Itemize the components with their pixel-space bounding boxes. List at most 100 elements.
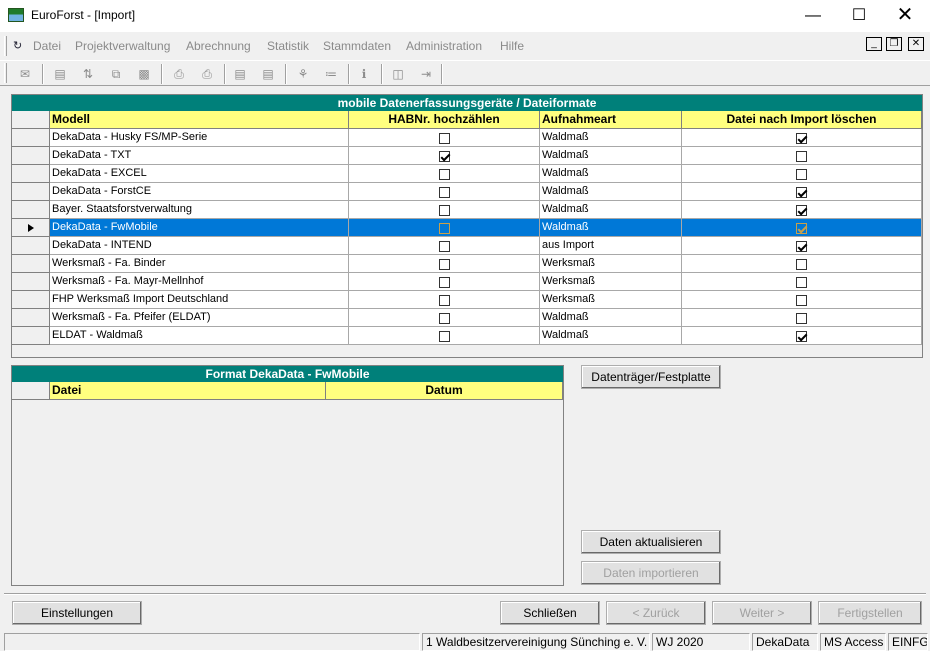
cell-modell[interactable]: DekaData - ForstCE [50,183,349,201]
habnr-checkbox[interactable] [438,259,450,270]
datei-loeschen-checkbox[interactable] [796,187,807,198]
cell-modell[interactable]: DekaData - INTEND [50,237,349,255]
cell-modell[interactable]: Werksmaß - Fa. Binder [50,255,349,273]
report-list-icon[interactable]: ▤ [260,66,276,82]
cell-habnr[interactable] [349,309,540,327]
cell-habnr[interactable] [349,219,540,237]
cell-aufnahmeart[interactable]: Waldmaß [540,183,682,201]
cell-habnr[interactable] [349,273,540,291]
column-header-datei[interactable]: Datei [50,382,326,400]
column-header-modell[interactable]: Modell [50,111,349,129]
datei-loeschen-checkbox[interactable] [796,331,807,342]
datei-loeschen-checkbox[interactable] [796,223,807,234]
map-icon[interactable]: ⚘ [295,66,311,82]
row-selector[interactable] [12,147,50,165]
cell-datei-loeschen[interactable] [682,201,922,219]
weiter-button[interactable]: Weiter > [712,601,812,625]
menu-administration[interactable]: Administration [406,39,482,53]
cell-datei-loeschen[interactable] [682,183,922,201]
menu-abrechnung[interactable]: Abrechnung [186,39,251,53]
copy-icon[interactable]: ⧉ [108,66,124,82]
cell-aufnahmeart[interactable]: Waldmaß [540,129,682,147]
habnr-checkbox[interactable] [438,223,450,234]
cell-datei-loeschen[interactable] [682,165,922,183]
cell-modell[interactable]: FHP Werksmaß Import Deutschland [50,291,349,309]
menu-hilfe[interactable]: Hilfe [500,39,524,53]
cell-datei-loeschen[interactable] [682,291,922,309]
mdi-restore-button[interactable]: ❐ [886,37,902,51]
habnr-checkbox[interactable] [438,151,450,162]
habnr-checkbox[interactable] [438,241,450,252]
cell-aufnahmeart[interactable]: Werksmaß [540,255,682,273]
mail-icon[interactable]: ✉ [17,66,33,82]
cell-habnr[interactable] [349,255,540,273]
row-selector[interactable] [12,129,50,147]
cell-aufnahmeart[interactable]: Waldmaß [540,309,682,327]
row-selector[interactable] [12,291,50,309]
datei-loeschen-checkbox[interactable] [796,259,807,270]
cell-aufnahmeart[interactable]: Waldmaß [540,327,682,345]
cell-modell[interactable]: DekaData - FwMobile [50,219,349,237]
report-icon[interactable]: ▤ [232,66,248,82]
habnr-checkbox[interactable] [438,133,450,144]
close-button[interactable]: ✕ [882,0,928,31]
datei-loeschen-checkbox[interactable] [796,241,807,252]
einstellungen-button[interactable]: Einstellungen [12,601,142,625]
cell-aufnahmeart[interactable]: Werksmaß [540,273,682,291]
row-selector[interactable] [12,273,50,291]
info-icon[interactable]: ℹ [356,66,372,82]
cell-aufnahmeart[interactable]: Waldmaß [540,165,682,183]
print-preview-icon[interactable]: ⎙ [199,66,215,82]
menu-statistik[interactable]: Statistik [267,39,309,53]
row-selector[interactable] [12,255,50,273]
cell-datei-loeschen[interactable] [682,129,922,147]
column-header-datum[interactable]: Datum [326,382,563,400]
sort-icon[interactable]: ⇅ [80,66,96,82]
datei-loeschen-checkbox[interactable] [796,295,807,306]
cell-datei-loeschen[interactable] [682,237,922,255]
cell-habnr[interactable] [349,327,540,345]
chart-icon[interactable]: ≔ [323,66,339,82]
cell-modell[interactable]: DekaData - EXCEL [50,165,349,183]
cell-habnr[interactable] [349,201,540,219]
datei-loeschen-checkbox[interactable] [796,277,807,288]
cell-datei-loeschen[interactable] [682,147,922,165]
cell-aufnahmeart[interactable]: Waldmaß [540,219,682,237]
maximize-button[interactable]: ☐ [836,0,882,31]
row-selector[interactable] [12,309,50,327]
cell-aufnahmeart[interactable]: aus Import [540,237,682,255]
datei-loeschen-checkbox[interactable] [796,133,807,144]
habnr-checkbox[interactable] [438,277,450,288]
cell-aufnahmeart[interactable]: Werksmaß [540,291,682,309]
habnr-checkbox[interactable] [438,205,450,216]
cell-modell[interactable]: DekaData - Husky FS/MP-Serie [50,129,349,147]
cell-habnr[interactable] [349,165,540,183]
row-selector[interactable] [12,327,50,345]
cell-habnr[interactable] [349,147,540,165]
datei-loeschen-checkbox[interactable] [796,151,807,162]
row-selector[interactable] [12,165,50,183]
menu-datei[interactable]: Datei [33,39,61,53]
cell-habnr[interactable] [349,129,540,147]
file-list-grid[interactable]: Format DekaData - FwMobile Datei Datum [11,365,564,586]
column-header-habnr[interactable]: HABNr. hochzählen [349,111,540,129]
fertigstellen-button[interactable]: Fertigstellen [818,601,922,625]
mdi-minimize-button[interactable]: _ [866,37,882,51]
cell-modell[interactable]: Werksmaß - Fa. Mayr-Mellnhof [50,273,349,291]
cell-datei-loeschen[interactable] [682,309,922,327]
cell-habnr[interactable] [349,291,540,309]
cell-datei-loeschen[interactable] [682,273,922,291]
print-icon[interactable]: ⎙ [171,66,187,82]
habnr-checkbox[interactable] [438,169,450,180]
cell-habnr[interactable] [349,183,540,201]
cell-modell[interactable]: DekaData - TXT [50,147,349,165]
habnr-checkbox[interactable] [438,313,450,324]
exit-icon[interactable]: ⇥ [418,66,434,82]
cell-modell[interactable]: ELDAT - Waldmaß [50,327,349,345]
mdi-close-button[interactable]: ✕ [908,37,924,51]
row-selector[interactable] [12,183,50,201]
row-selector[interactable] [12,219,50,237]
datei-loeschen-checkbox[interactable] [796,313,807,324]
datei-loeschen-checkbox[interactable] [796,205,807,216]
column-header-aufnahmeart[interactable]: Aufnahmeart [540,111,682,129]
